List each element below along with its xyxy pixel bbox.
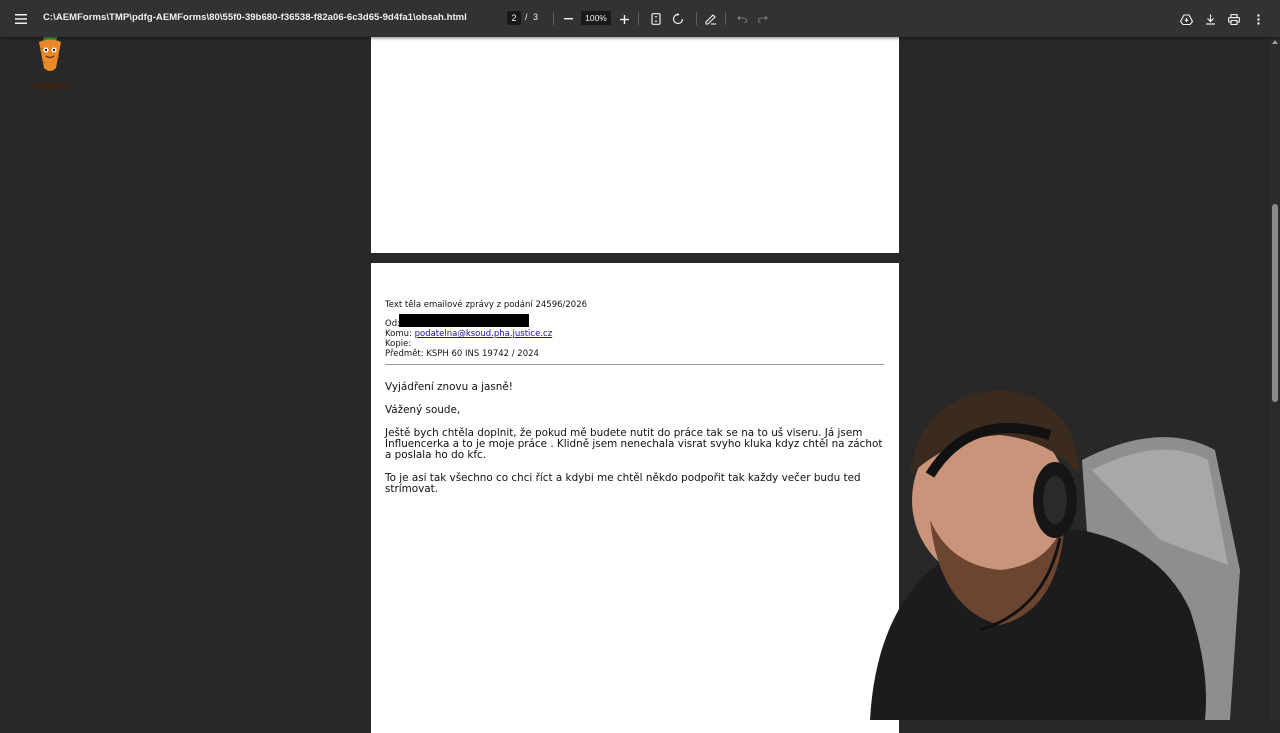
toolbar-divider [638,12,639,25]
subject-line: Předmět: KSPH 60 INS 19742 / 2024 [385,349,539,359]
more-vert-icon[interactable] [1247,8,1269,30]
from-label: Od: [385,319,400,329]
download-icon[interactable] [1199,8,1221,30]
paragraph-body-1: Ještě bych chtěla doplnit, že pokud mě b… [385,427,883,462]
scroll-up-arrow-icon[interactable] [1272,40,1278,44]
pdf-page-1 [371,37,899,253]
redo-icon[interactable] [752,8,774,30]
subject-label: Předmět: [385,349,424,359]
print-icon[interactable] [1223,8,1245,30]
drive-icon[interactable] [1175,8,1197,30]
page-number-input[interactable]: 2 [507,11,521,25]
plus-icon[interactable] [613,8,635,30]
cc-label: Kopie: [385,339,412,349]
email-heading: Text těla emailové zprávy z podání 24596… [385,300,588,310]
toolbar-divider [696,12,697,25]
to-email-link[interactable]: podatelna@ksoud.pha.justice.cz [415,329,553,339]
carrot-mascot-image [28,28,72,92]
subject-value: KSPH 60 INS 19742 / 2024 [426,349,539,359]
scrollbar-thumb[interactable] [1272,204,1278,402]
to-line: Komu: podatelna@ksoud.pha.justice.cz [385,329,552,339]
page-separator: / [525,12,528,22]
pdf-page-2: Text těla emailové zprávy z podání 24596… [371,263,899,733]
pen-icon[interactable] [700,8,722,30]
to-label: Komu: [385,329,412,339]
paragraph-salutation: Vážený soude, [385,404,461,416]
hamburger-menu-icon[interactable] [10,8,32,30]
paragraph-body-2: To je asi tak všechno co chci říct a kdy… [385,472,861,496]
toolbar-divider [725,12,726,25]
webcam-overlay-image [860,380,1280,720]
rotate-icon[interactable] [667,8,689,30]
redacted-sender [399,314,529,327]
undo-icon[interactable] [731,8,753,30]
zoom-input[interactable]: 100% [581,11,611,25]
paragraph-title: Vyjádření znovu a jasně! [385,381,513,393]
header-divider [385,364,884,365]
document-title: C:\AEMForms\TMP\pdfg-AEMForms\80\55f0-39… [43,12,467,23]
pdf-toolbar: C:\AEMForms\TMP\pdfg-AEMForms\80\55f0-39… [0,0,1280,37]
fit-page-icon[interactable] [645,8,667,30]
toolbar-divider [553,12,554,25]
page-total: 3 [533,12,539,22]
minus-icon[interactable] [557,8,579,30]
